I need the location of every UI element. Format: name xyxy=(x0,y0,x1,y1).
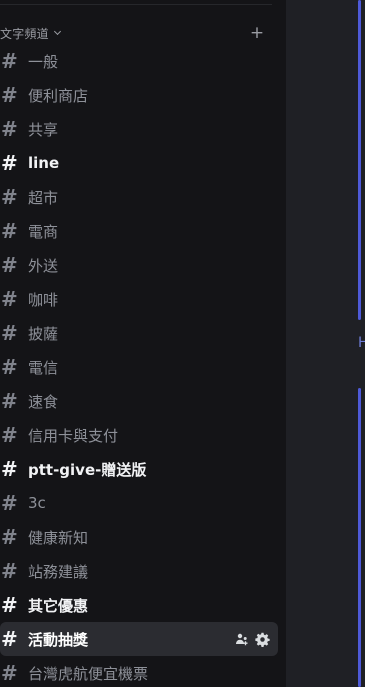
channel-item[interactable]: # 速食 xyxy=(0,384,278,418)
channel-item[interactable]: # 便利商店 xyxy=(0,78,278,112)
channel-name: 信用卡與支付 xyxy=(28,426,119,445)
channel-item[interactable]: # 一般 xyxy=(0,44,278,78)
hash-icon: # xyxy=(1,423,18,447)
channel-item[interactable]: # 健康新知 xyxy=(0,520,278,554)
channel-name: 健康新知 xyxy=(28,528,89,547)
channel-name: 台灣虎航便宜機票 xyxy=(28,664,149,683)
hash-icon: # xyxy=(1,661,18,685)
hash-icon: # xyxy=(1,219,18,243)
hash-icon: # xyxy=(1,491,18,515)
divider xyxy=(0,4,272,5)
hash-icon: # xyxy=(1,457,18,481)
channel-item[interactable]: # 超市 xyxy=(0,180,278,214)
hash-icon: # xyxy=(1,389,18,413)
hash-icon: # xyxy=(1,627,18,651)
channel-name: 速食 xyxy=(28,392,59,411)
channel-item[interactable]: # 共享 xyxy=(0,112,278,146)
channel-name: 披薩 xyxy=(28,324,59,343)
channel-name: 站務建議 xyxy=(28,562,89,581)
hash-icon: # xyxy=(1,355,18,379)
channel-item[interactable]: # line xyxy=(0,146,278,180)
channel-item[interactable]: #3c xyxy=(0,486,278,520)
hash-icon: # xyxy=(1,525,18,549)
channel-name: 超市 xyxy=(28,188,59,207)
main-content-area xyxy=(286,0,365,687)
channel-name: 活動抽獎 xyxy=(28,630,89,649)
hash-icon: # xyxy=(1,83,18,107)
add-channel-button[interactable]: + xyxy=(246,22,268,44)
channel-item[interactable]: # 活動抽獎 xyxy=(0,622,278,656)
hash-icon: # xyxy=(1,593,18,617)
gear-icon[interactable] xyxy=(254,631,270,647)
hash-icon: # xyxy=(1,321,18,345)
channel-item[interactable]: # ptt-give-贈送版 xyxy=(0,452,278,486)
hash-icon: # xyxy=(1,49,18,73)
scrollbar-accent-bottom xyxy=(358,388,361,687)
channel-item[interactable]: # 站務建議 xyxy=(0,554,278,588)
hash-icon: # xyxy=(1,559,18,583)
channel-actions xyxy=(234,622,270,656)
hash-icon: # xyxy=(1,253,18,277)
scrollbar-accent-top xyxy=(358,0,361,320)
hash-icon: # xyxy=(1,185,18,209)
channel-name: 共享 xyxy=(28,120,59,139)
channel-list: # 一般 # 便利商店 # 共享 # line # 超市 # 電商 # 外送 # 咖啡 # 披薩 # 電信 # 速食 # 信用… xyxy=(0,44,280,687)
hash-icon: # xyxy=(1,151,18,175)
channel-item[interactable]: # 咖啡 xyxy=(0,282,278,316)
category-label: 文字頻道 xyxy=(0,26,49,41)
channel-name: 便利商店 xyxy=(28,86,89,105)
channel-item[interactable]: # 披薩 xyxy=(0,316,278,350)
channel-name: 其它優惠 xyxy=(28,596,89,615)
channel-item[interactable]: # 電商 xyxy=(0,214,278,248)
channel-item[interactable]: # 其它優惠 xyxy=(0,588,278,622)
category-header[interactable]: 文字頻道 + xyxy=(0,22,280,44)
channel-item[interactable]: # 電信 xyxy=(0,350,278,384)
channel-name: line xyxy=(28,154,60,172)
channel-name: ptt-give-贈送版 xyxy=(28,460,147,479)
channel-name: 咖啡 xyxy=(28,290,59,309)
channel-sidebar: 文字頻道 + # 一般 # 便利商店 # 共享 # line # 超市 # 電商 # 外送 # 咖啡 # 披薩 # 電… xyxy=(0,0,286,687)
channel-item[interactable]: # 台灣虎航便宜機票 xyxy=(0,656,278,687)
channel-item[interactable]: # 外送 xyxy=(0,248,278,282)
channel-name: 外送 xyxy=(28,256,59,275)
add-member-icon[interactable] xyxy=(234,631,250,647)
channel-name: 電信 xyxy=(28,358,59,377)
channel-item[interactable]: # 信用卡與支付 xyxy=(0,418,278,452)
hash-icon: # xyxy=(1,287,18,311)
channel-name: 電商 xyxy=(28,222,59,241)
channel-name: 3c xyxy=(28,494,46,512)
channel-name: 一般 xyxy=(28,52,59,71)
chevron-down-icon xyxy=(53,27,61,36)
hash-icon: # xyxy=(1,117,18,141)
edge-text: Hi xyxy=(358,335,365,351)
